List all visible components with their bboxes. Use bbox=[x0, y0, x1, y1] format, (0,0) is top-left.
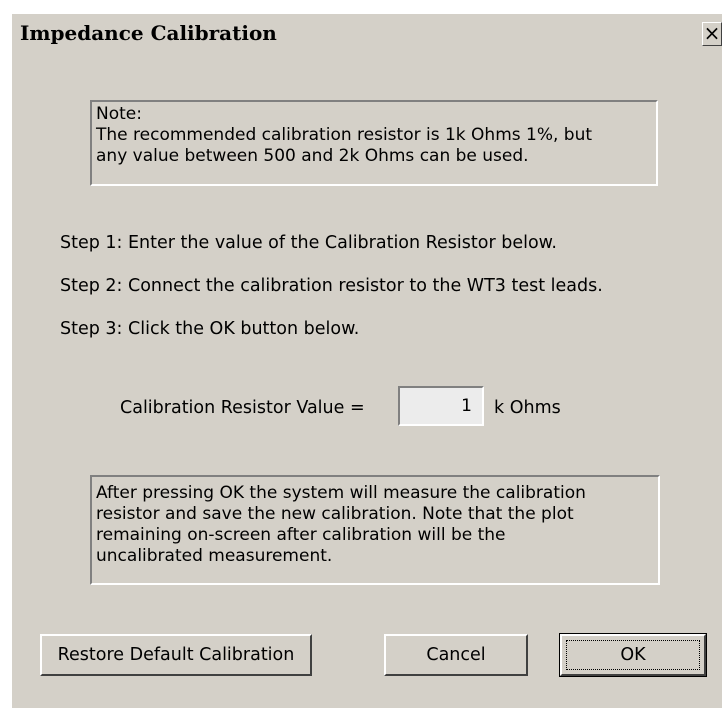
step-1-text: Step 1: Enter the value of the Calibrati… bbox=[60, 233, 557, 253]
resistor-value-input[interactable] bbox=[398, 386, 484, 426]
note-line: The recommended calibration resistor is … bbox=[96, 125, 593, 145]
info-line: uncalibrated measurement. bbox=[96, 546, 333, 566]
ok-button[interactable]: OK bbox=[559, 633, 707, 677]
calibration-info-box: After pressing OK the system will measur… bbox=[90, 475, 660, 585]
restore-default-calibration-button[interactable]: Restore Default Calibration bbox=[40, 634, 312, 676]
cancel-button[interactable]: Cancel bbox=[384, 634, 528, 676]
cancel-button-label: Cancel bbox=[426, 645, 486, 665]
note-box: Note: The recommended calibration resist… bbox=[90, 100, 658, 186]
note-line: Note: bbox=[96, 104, 142, 124]
info-line: remaining on-screen after calibration wi… bbox=[96, 525, 506, 545]
resistor-value-label: Calibration Resistor Value = bbox=[120, 398, 365, 418]
ok-focus-rect bbox=[566, 640, 700, 670]
window-title: Impedance Calibration bbox=[20, 21, 277, 45]
impedance-calibration-dialog: Impedance Calibration × Note: The recomm… bbox=[10, 12, 722, 708]
resistor-unit-label: k Ohms bbox=[494, 398, 561, 418]
info-line: After pressing OK the system will measur… bbox=[96, 483, 586, 503]
note-line: any value between 500 and 2k Ohms can be… bbox=[96, 146, 529, 166]
step-3-text: Step 3: Click the OK button below. bbox=[60, 319, 360, 339]
title-bar: Impedance Calibration × bbox=[12, 14, 722, 54]
restore-button-label: Restore Default Calibration bbox=[57, 645, 295, 665]
info-line: resistor and save the new calibration. N… bbox=[96, 504, 574, 524]
close-button[interactable]: × bbox=[702, 22, 722, 46]
close-icon: × bbox=[703, 21, 721, 45]
step-2-text: Step 2: Connect the calibration resistor… bbox=[60, 276, 603, 296]
